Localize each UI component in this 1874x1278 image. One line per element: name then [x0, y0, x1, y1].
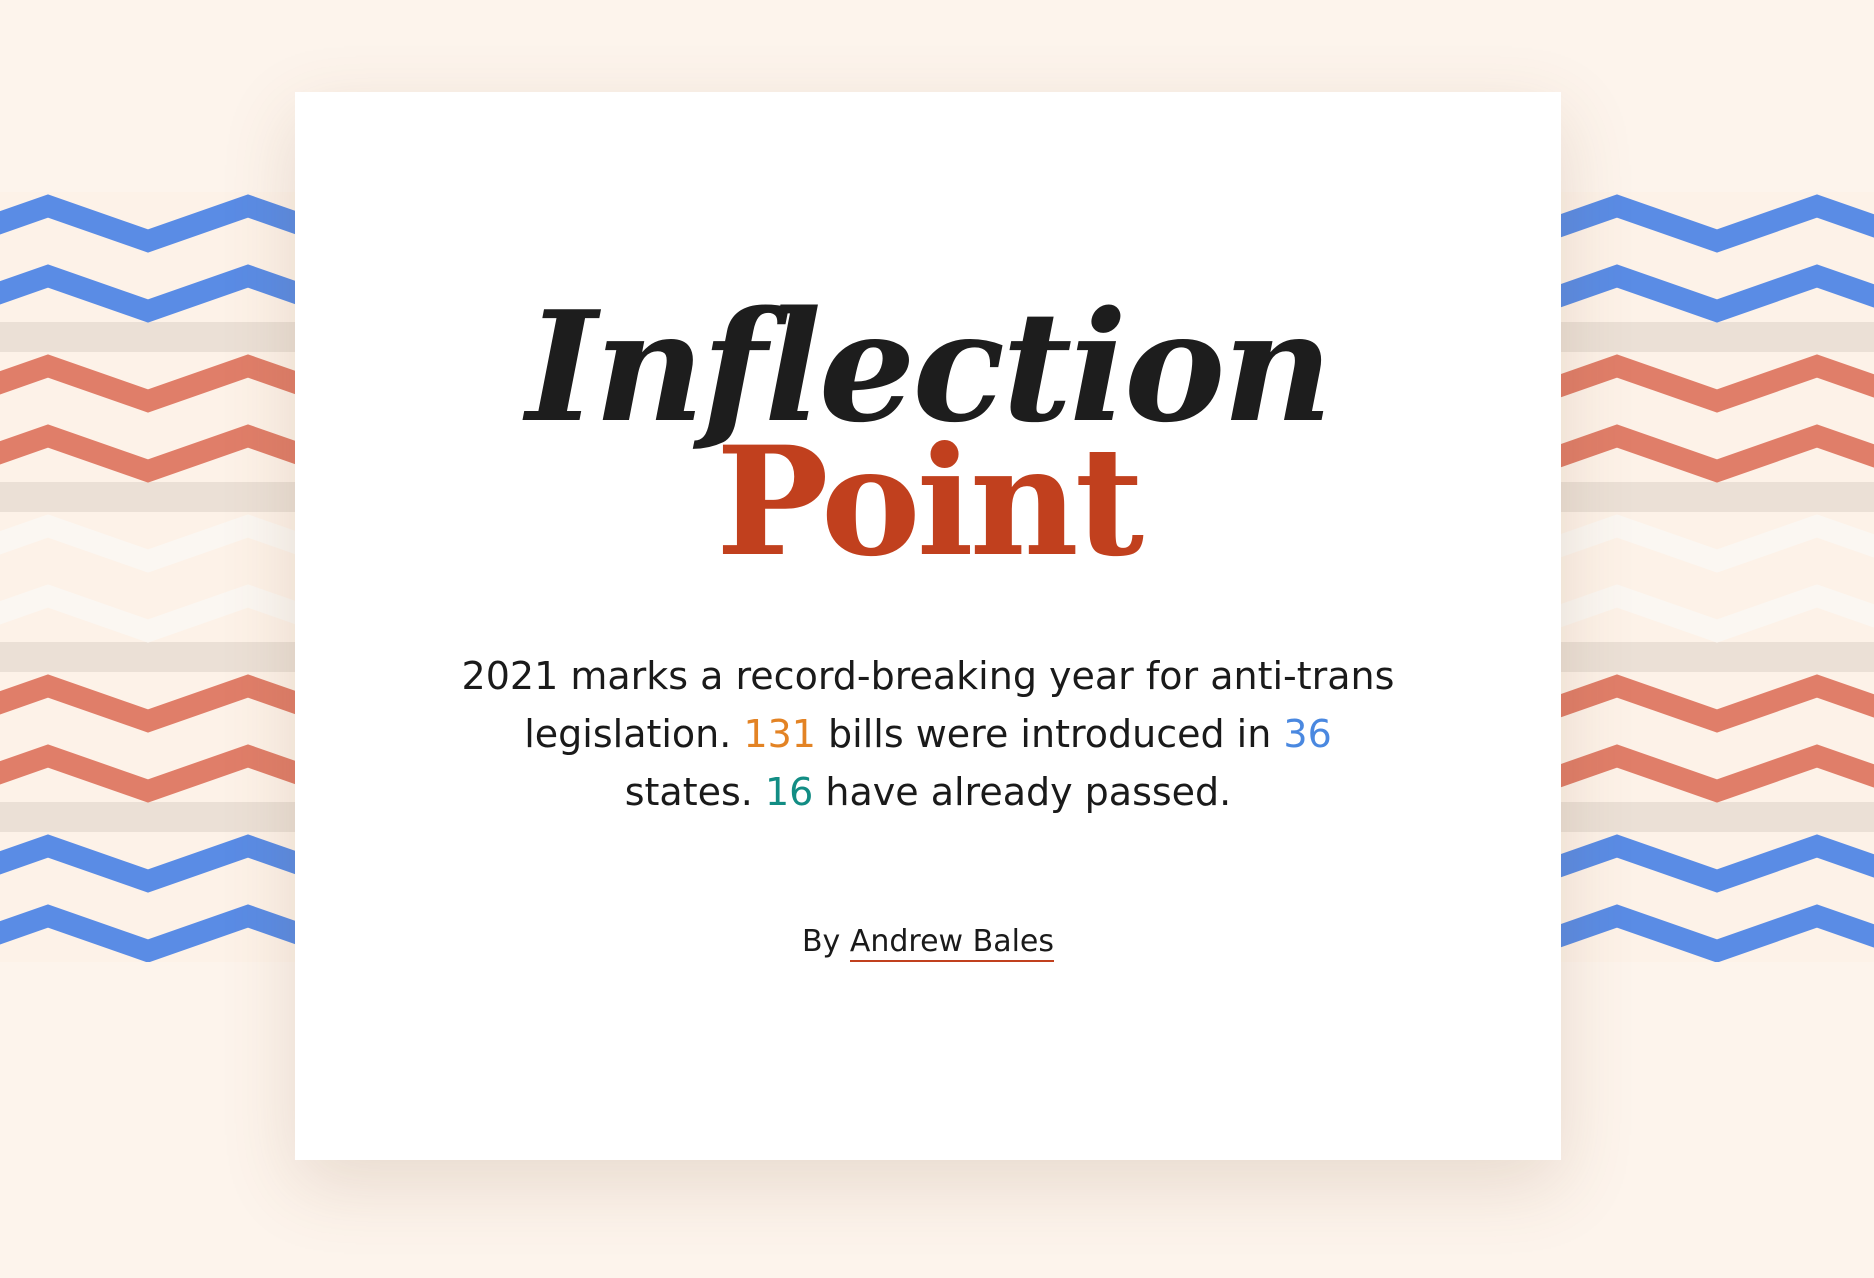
- byline-prefix: By: [801, 924, 850, 959]
- states-count: 36: [1283, 712, 1332, 756]
- intro-paragraph: 2021 marks a record-breaking year for an…: [458, 647, 1398, 821]
- bills-count: 131: [743, 712, 816, 756]
- author-link[interactable]: Andrew Bales: [849, 924, 1055, 962]
- intro-text-2: bills were introduced in: [815, 712, 1284, 756]
- byline: By Andrew Bales: [295, 922, 1561, 962]
- passed-count: 16: [764, 770, 814, 814]
- zigzag-pattern-left: [0, 192, 295, 962]
- zigzag-pattern-right: [1561, 192, 1874, 962]
- hero-card: Inflection Point 2021 marks a record-bre…: [295, 92, 1561, 1160]
- intro-text-3: states.: [624, 770, 765, 814]
- title-point: Point: [715, 414, 1144, 590]
- intro-text-4: have already passed.: [813, 770, 1232, 814]
